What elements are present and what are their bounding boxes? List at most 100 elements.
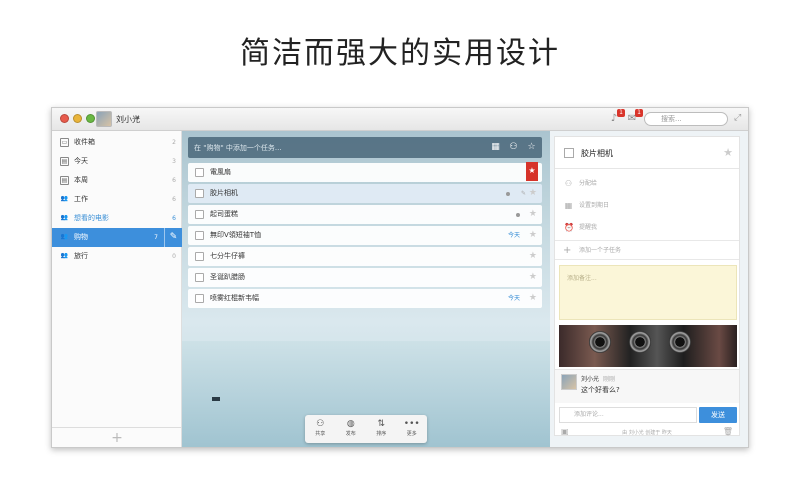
sidebar-item-shopping[interactable]: 👥 购物 7 ✎ [52,228,182,247]
add-subtask-row[interactable]: + 添加一个子任务 [555,240,739,260]
share-person-icon: ⚇ [316,419,325,429]
task-title: 胶片相机 [210,189,238,197]
search-input[interactable]: 搜索... [644,112,728,126]
sidebar-item-label: 收件箱 [74,138,95,146]
task-title: 喷雾红棍新韦幅 [210,294,259,302]
send-button[interactable]: 发送 [699,407,737,423]
star-icon[interactable]: ★ [529,247,537,266]
comment-text: 这个好看么? [581,386,620,394]
share-button[interactable]: ⚇ 共享 [305,415,336,443]
plus-icon: + [563,245,572,256]
task-checkbox[interactable] [195,210,204,219]
sidebar-item-inbox[interactable]: ▭ 收件箱 2 [52,133,182,152]
starred-flag-icon[interactable]: ★ [526,162,538,181]
task-row[interactable]: 無印V領短袖T恤 今天 ★ [188,226,542,245]
reminder-row[interactable]: ⏰ 提醒我 [555,217,739,239]
people-icon: 👥 [60,252,69,259]
sidebar-item-count: 7 [154,234,158,241]
task-checkbox[interactable] [195,168,204,177]
task-list-pane: ▦ ⚇ ☆ 電風扇 ★ 胶片相机 ✎ ★ 起司蛋糕 ★ 無印V領短袖T恤 今天 … [182,131,550,447]
add-task-input[interactable] [194,140,474,155]
assign-icon: ⚇ [564,179,573,188]
fullscreen-icon[interactable]: ⤢ [734,113,741,123]
detail-header: 胶片相机 ★ [555,137,739,169]
task-row[interactable]: 圣诞趴腊肠 ★ [188,268,542,287]
task-row[interactable]: 起司蛋糕 ★ [188,205,542,224]
zoom-button[interactable] [86,114,95,123]
star-icon[interactable]: ★ [529,289,537,308]
chevron-down-icon[interactable]: ▾ [136,114,140,122]
calendar-icon[interactable]: ▦ [490,142,501,153]
sidebar-item-label: 工作 [74,195,88,203]
add-task-bar: ▦ ⚇ ☆ [188,137,542,158]
task-checkbox[interactable] [195,252,204,261]
camera-lens [669,331,691,353]
reminder-label: 提醒我 [579,224,598,231]
edit-list-button[interactable]: ✎ [164,228,182,247]
more-label: 更多 [406,431,417,437]
task-title: 無印V領短袖T恤 [210,231,262,239]
note-dot-icon [516,213,520,217]
sort-button[interactable]: ⇅ 排序 [366,415,397,443]
task-title: 圣诞趴腊肠 [210,273,245,281]
sidebar-item-week[interactable]: ▤ 本周 6 [52,171,182,190]
created-by-text: 由 刘小光 创建于 昨天 [622,430,672,436]
titlebar: 刘小光 ▾ ♪1 ✉1 ⚲ 搜索... ⤢ [52,108,748,131]
task-title: 七分牛仔褲 [210,252,245,260]
task-title: 起司蛋糕 [210,210,238,218]
task-row[interactable]: 喷雾红棍新韦幅 今天 ★ [188,289,542,308]
star-icon[interactable]: ★ [723,146,733,159]
sidebar-item-work[interactable]: 👥 工作 6 [52,190,182,209]
task-checkbox[interactable] [195,231,204,240]
sidebar-item-travel[interactable]: 👥 旅行 0 [52,247,182,266]
notification-icon[interactable]: ♪ 1 [608,109,625,125]
sidebar-item-movies[interactable]: 👥 想看的电影 6 [52,209,182,228]
calendar-week-icon: ▤ [60,176,69,185]
detail-footer: ▣ 由 刘小光 创建于 昨天 🗑 [555,427,739,439]
camera-lens [629,331,651,353]
alarm-clock-icon: ⏰ [564,223,574,232]
task-detail-card: 胶片相机 ★ ⚇ 分配给 ▦ 设置到期日 ⏰ 提醒我 + 添加一个子任务 添加备… [554,136,740,436]
assign-icon[interactable]: ⚇ [508,142,519,153]
star-icon[interactable]: ★ [529,205,537,224]
task-checkbox[interactable] [195,189,204,198]
star-icon[interactable]: ★ [529,184,537,203]
app-window: 刘小光 ▾ ♪1 ✉1 ⚲ 搜索... ⤢ ▭ 收件箱 2 ▤ 今天 3 ▤ 本… [51,107,749,448]
star-icon[interactable]: ★ [529,226,537,245]
star-icon[interactable]: ☆ [526,142,537,153]
due-date-label: 今天 [507,295,520,302]
sidebar-item-label: 旅行 [74,252,88,260]
conversation-icon[interactable]: ✉ 1 [626,109,643,125]
more-button[interactable]: ••• 更多 [397,415,428,443]
trash-icon[interactable]: 🗑 [723,427,733,436]
add-list-button[interactable]: + [52,427,182,447]
comment-time: 刚刚 [603,376,616,383]
sidebar-item-label: 本周 [74,176,88,184]
assign-row[interactable]: ⚇ 分配给 [555,173,739,195]
add-subtask-input[interactable]: 添加一个子任务 [579,241,621,261]
sort-icon: ⇅ [377,419,386,429]
sidebar-item-today[interactable]: ▤ 今天 3 [52,152,182,171]
detail-checkbox[interactable] [564,148,574,158]
star-icon[interactable]: ★ [529,268,537,287]
publish-button[interactable]: ◍ 发布 [336,415,367,443]
close-button[interactable] [60,114,69,123]
comment-input[interactable]: 添加评论... [559,407,697,423]
task-row[interactable]: 電風扇 ★ [188,162,542,182]
note-area[interactable]: 添加备注... [559,265,737,320]
task-checkbox[interactable] [195,294,204,303]
task-row[interactable]: 胶片相机 ✎ ★ [188,184,542,203]
due-date-label: 今天 [507,232,520,239]
due-date-row[interactable]: ▦ 设置到期日 [555,195,739,217]
assign-label: 分配给 [579,180,598,187]
avatar[interactable] [96,111,112,127]
detail-title[interactable]: 胶片相机 [581,148,613,159]
task-row[interactable]: 七分牛仔褲 ★ [188,247,542,266]
task-checkbox[interactable] [195,273,204,282]
comment-author: 刘小光 [581,376,600,383]
attached-photo[interactable] [559,325,737,367]
headline: 简洁而强大的实用设计 [240,36,560,71]
sidebar-item-label: 今天 [74,157,88,165]
minimize-button[interactable] [73,114,82,123]
more-icon: ••• [403,419,420,429]
